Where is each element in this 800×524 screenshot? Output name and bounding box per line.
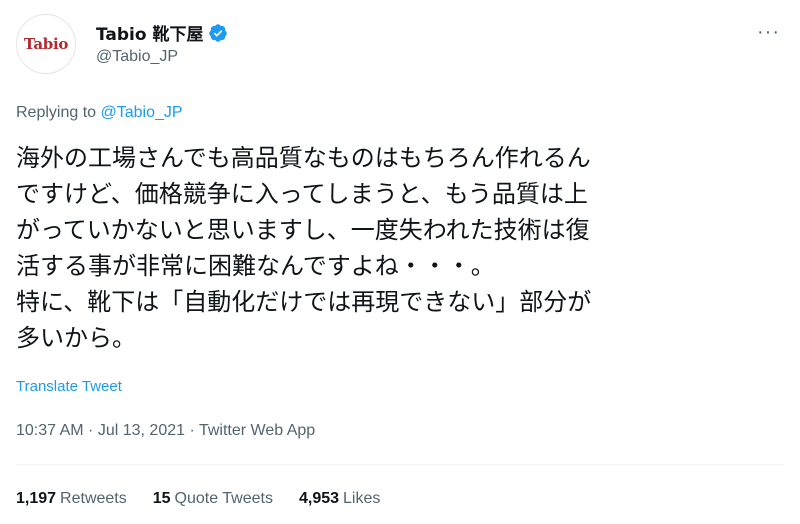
translate-tweet-link[interactable]: Translate Tweet [16,378,122,395]
meta-separator: · [185,422,199,439]
retweets-label: Retweets [60,490,127,507]
tweet-header: Tabio Tabio 靴下屋 @Tabio_JP ··· [16,14,784,74]
display-name[interactable]: Tabio 靴下屋 [96,20,203,45]
quote-tweets-count: 15 [152,490,171,507]
likes-label: Likes [343,490,381,507]
quote-tweets-stat[interactable]: 15 Quote Tweets [153,490,273,508]
divider [16,464,784,465]
tweet-date[interactable]: Jul 13, 2021 [98,422,185,439]
handle[interactable]: @Tabio_JP [96,48,178,66]
more-options-icon[interactable]: ··· [757,22,780,42]
tweet-stats: 1,197 Retweets 15 Quote Tweets 4,953 Likes [16,490,406,508]
likes-count: 4,953 [298,490,340,507]
replying-to-mention-link[interactable]: @Tabio_JP [101,104,183,121]
tweet-source-app: Twitter Web App [198,422,316,439]
tweet-text: 海外の工場さんでも高品質なものはもちろん作れるん ですけど、価格競争に入ってしま… [16,144,592,352]
tweet-meta: 10:37 AM · Jul 13, 2021 · Twitter Web Ap… [16,422,315,440]
name-row: Tabio 靴下屋 [96,20,228,45]
tweet-time[interactable]: 10:37 AM [16,422,84,439]
replying-to: Replying to @Tabio_JP [16,104,183,122]
meta-separator: · [83,422,98,439]
quote-tweets-label: Quote Tweets [174,490,273,507]
retweets-count: 1,197 [16,490,57,507]
avatar[interactable]: Tabio [16,14,76,74]
avatar-logo-text: Tabio [23,35,69,53]
replying-to-label: Replying to [16,104,97,121]
retweets-stat[interactable]: 1,197 Retweets [16,490,127,508]
verified-badge-icon [208,23,228,43]
likes-stat[interactable]: 4,953 Likes [299,490,380,508]
